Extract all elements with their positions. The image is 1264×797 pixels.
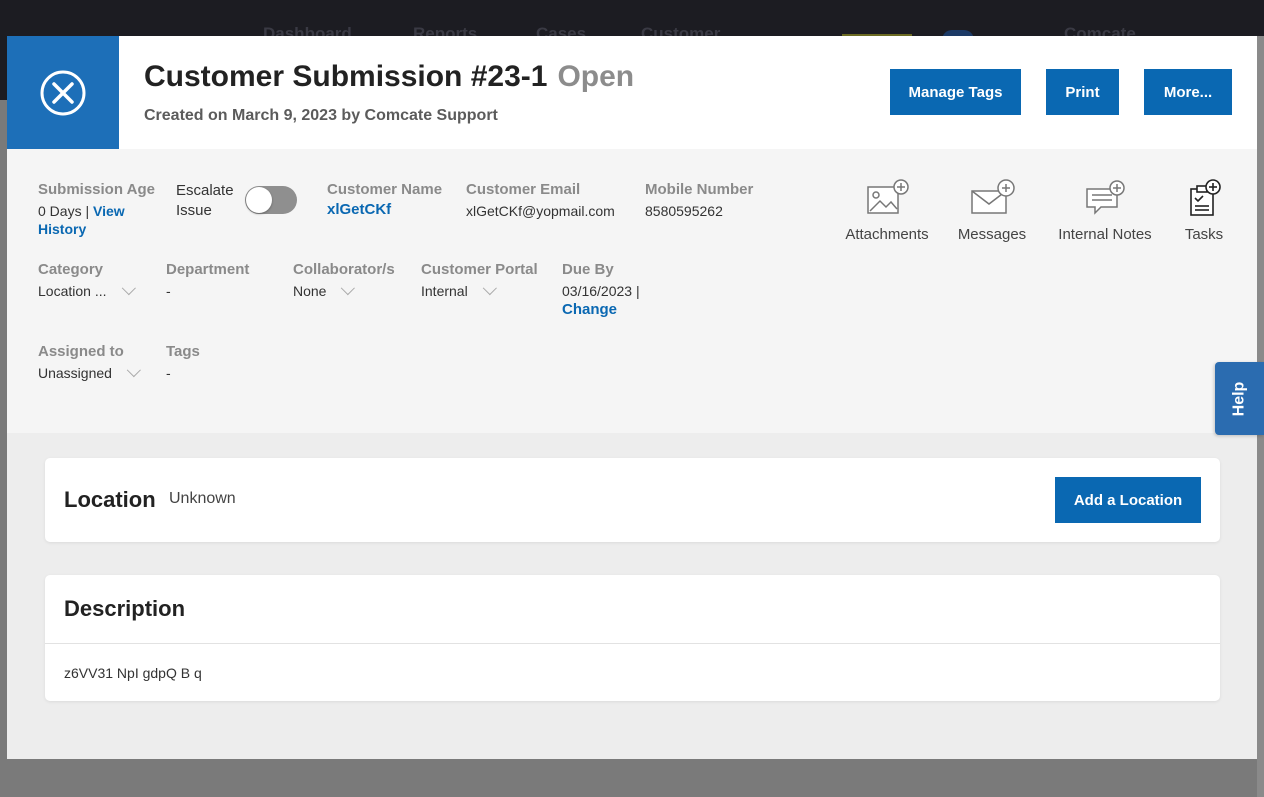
assigned-to-field: Assigned to Unassigned [38, 343, 141, 383]
attachments-label: Attachments [845, 226, 929, 243]
print-button[interactable]: Print [1046, 69, 1119, 115]
customer-name-link[interactable]: xlGetCKf [327, 201, 391, 218]
collaborators-value: None [293, 283, 327, 299]
mobile-number-field: Mobile Number 8580595262 [645, 181, 753, 221]
description-card: Description z6VV31 NpI gdpQ B q [45, 575, 1220, 701]
customer-portal-field: Customer Portal Internal [421, 261, 538, 301]
customer-name-field: Customer Name xlGetCKf [327, 181, 442, 218]
escalate-label-line2: Issue [176, 202, 212, 219]
customer-email-label: Customer Email [466, 181, 581, 198]
help-tab[interactable]: Help [1215, 362, 1264, 435]
messages-label: Messages [957, 226, 1027, 243]
mobile-number-value: 8580595262 [645, 203, 723, 219]
submission-modal: Customer Submission #23-1 Open Created on… [7, 36, 1257, 759]
customer-portal-value: Internal [421, 283, 468, 299]
submission-title: Customer Submission #23-1 [144, 60, 548, 93]
chevron-down-icon [126, 363, 141, 378]
change-due-date-link[interactable]: Change [562, 301, 617, 318]
location-value: Unknown [169, 490, 236, 507]
close-button[interactable] [7, 36, 119, 149]
tags-field: Tags - [166, 343, 200, 383]
note-add-icon [1086, 180, 1125, 215]
due-by-value: 03/16/2023 | [562, 283, 640, 299]
category-label: Category [38, 261, 104, 278]
internal-notes-label: Internal Notes [1058, 226, 1152, 243]
due-by-label: Due By [562, 261, 614, 278]
assigned-to-label: Assigned to [38, 343, 124, 360]
divider [45, 643, 1220, 644]
collaborators-field: Collaborator/s None [293, 261, 395, 301]
more-button[interactable]: More... [1144, 69, 1232, 115]
tags-label: Tags [166, 343, 200, 360]
category-dropdown[interactable]: Location ... [38, 281, 136, 301]
modal-header: Customer Submission #23-1 Open Created on… [7, 36, 1257, 149]
tasks-label: Tasks [1184, 226, 1224, 243]
status-badge: Open [557, 60, 635, 93]
customer-email-field: Customer Email xlGetCKf@yopmail.com [466, 181, 615, 221]
customer-name-label: Customer Name [327, 181, 443, 198]
category-field: Category Location ... [38, 261, 136, 301]
category-value: Location ... [38, 283, 107, 299]
due-by-field: Due By 03/16/2023 | Change [562, 261, 640, 318]
submission-age-field: Submission Age 0 Days | View History [38, 181, 163, 237]
page-title: Customer Submission #23-1 Open [144, 60, 634, 94]
description-text: z6VV31 NpI gdpQ B q [64, 665, 202, 681]
help-label: Help [1230, 381, 1248, 416]
attachments-action[interactable]: Attachments [840, 179, 934, 243]
created-info: Created on March 9, 2023 by Comcate Supp… [144, 107, 498, 124]
submission-age-label: Submission Age [38, 181, 155, 198]
assigned-to-value: Unassigned [38, 365, 112, 381]
close-circle-icon [40, 70, 86, 115]
manage-tags-button[interactable]: Manage Tags [890, 69, 1021, 115]
mobile-number-label: Mobile Number [645, 181, 754, 198]
department-field: Department - [166, 261, 249, 301]
add-location-button[interactable]: Add a Location [1055, 477, 1201, 523]
assigned-to-dropdown[interactable]: Unassigned [38, 363, 141, 383]
submission-age-value: 0 Days | [38, 203, 90, 219]
collaborators-dropdown[interactable]: None [293, 281, 356, 301]
messages-action[interactable]: Messages [957, 179, 1027, 243]
location-title: Location [64, 487, 156, 512]
customer-email-value: xlGetCKf@yopmail.com [466, 203, 615, 219]
attachment-add-icon [867, 179, 909, 214]
escalate-label-line1: Escalate [176, 182, 234, 199]
collaborators-label: Collaborator/s [293, 261, 395, 278]
chevron-down-icon [482, 281, 497, 296]
tasks-action[interactable]: Tasks [1181, 179, 1227, 243]
info-panel: Submission Age 0 Days | View History Esc… [7, 149, 1257, 433]
department-value: - [166, 283, 171, 299]
department-label: Department [166, 261, 250, 278]
location-card: Location Unknown Add a Location [45, 458, 1220, 542]
chevron-down-icon [121, 281, 136, 296]
toggle-knob [246, 187, 272, 213]
chevron-down-icon [341, 281, 356, 296]
description-title: Description [64, 596, 186, 621]
internal-notes-action[interactable]: Internal Notes [1052, 179, 1158, 243]
customer-portal-dropdown[interactable]: Internal [421, 281, 497, 301]
tags-value: - [166, 365, 171, 381]
escalate-issue-field: Escalate Issue [176, 181, 234, 221]
task-add-icon [1190, 179, 1221, 216]
message-add-icon [971, 179, 1015, 214]
escalate-toggle[interactable] [245, 186, 297, 214]
customer-portal-label: Customer Portal [421, 261, 538, 278]
